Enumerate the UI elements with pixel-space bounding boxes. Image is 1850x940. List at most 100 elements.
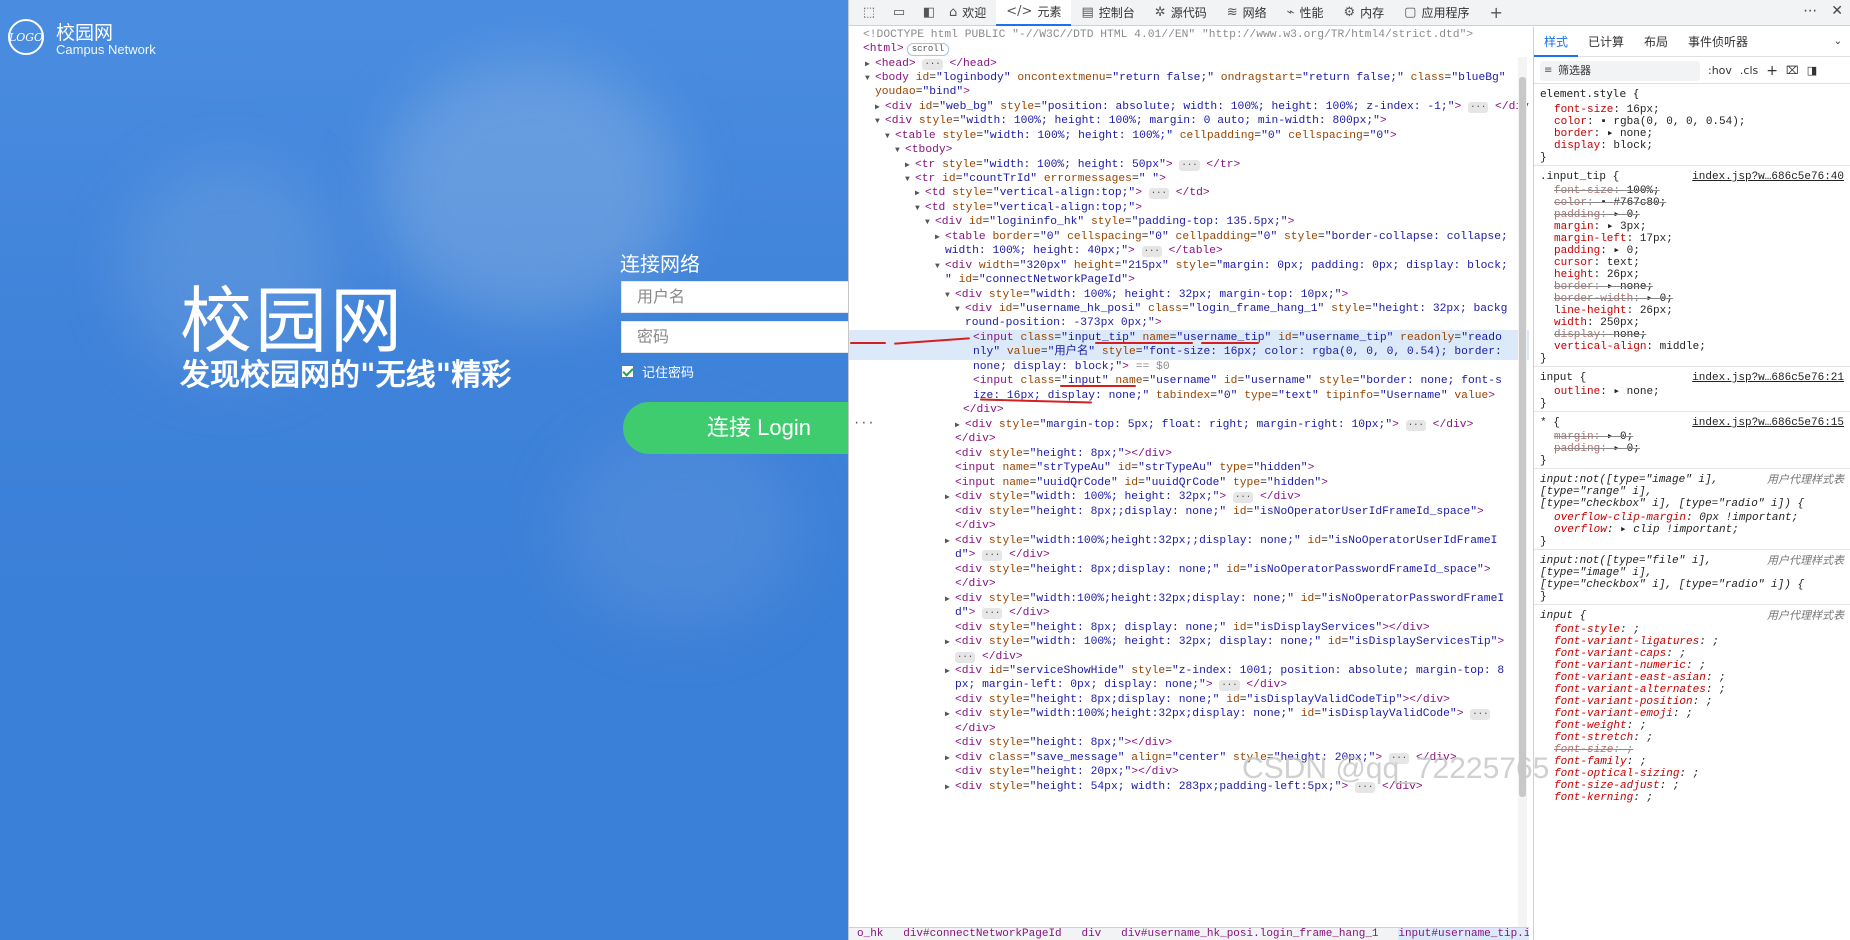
tab-computed[interactable]: 已计算 [1578, 27, 1634, 57]
brand-english-name: Campus Network [56, 42, 156, 57]
style-rule-end: } [1540, 152, 1547, 164]
annotation-underline [1060, 385, 1136, 387]
style-rule-header: [type="checkbox" i], [type="radio" i]) { [1540, 498, 1805, 510]
source-link[interactable]: index.jsp?w…686c5e76:40 [1692, 170, 1844, 184]
tab-label: 元素 [1037, 5, 1062, 19]
style-rule-header: .input_tip {index.jsp?w…686c5e76:40 [1540, 170, 1844, 184]
tab-label: 控制台 [1098, 6, 1135, 20]
breadcrumb-item-current[interactable]: input#username_tip.input_tip [1398, 928, 1529, 940]
tab-sources[interactable]: ✲ 源代码 [1145, 0, 1217, 26]
filter-input[interactable]: ≡ 筛选器 [1540, 60, 1700, 81]
remember-checkbox[interactable] [621, 365, 634, 378]
annotation-underline [850, 342, 886, 344]
more-icon[interactable]: ··· [853, 416, 875, 430]
divider [1534, 468, 1850, 469]
hov-button[interactable]: :hov [1708, 64, 1732, 77]
home-icon: ⌂ [949, 5, 958, 20]
password-field[interactable]: 密码 [621, 321, 848, 353]
tab-layout[interactable]: 布局 [1634, 27, 1678, 57]
tab-label: 网络 [1242, 6, 1267, 20]
dom-scrollbar-thumb[interactable] [1519, 77, 1526, 797]
devtools-panel: ⬚ ▭ ◧ ⌂ 欢迎 </> 元素 ▤ 控制台 ✲ 源代码 ≋ 网络 ⌁ 性能 ⚙ 内存 ▢ 应… [848, 0, 1850, 940]
tab-label: 内存 [1360, 6, 1385, 20]
brand-name: 校园网 [56, 22, 114, 44]
style-rule-header: * {index.jsp?w…686c5e76:15 [1540, 416, 1844, 430]
breadcrumb: o_hk div#connectNetworkPageId div div#us… [849, 927, 1529, 940]
chevron-down-icon[interactable]: ⌄ [1824, 27, 1850, 57]
tab-console[interactable]: ▤ 控制台 [1071, 0, 1144, 26]
style-rule-end: } [1540, 536, 1547, 548]
remember-label: 记住密码 [642, 366, 695, 381]
divider [1534, 366, 1850, 367]
tab-styles[interactable]: 样式 [1534, 27, 1579, 57]
dock-icon[interactable]: ◧ [919, 3, 939, 23]
login-page: LOGO 校园网 Campus Network 校园网 发现校园网的"无线"精彩… [0, 0, 848, 940]
remember-password[interactable]: 记住密码 [621, 362, 694, 381]
style-rule-header: element.style { [1540, 87, 1640, 100]
console-icon: ▤ [1081, 5, 1094, 20]
device-toolbar-icon[interactable]: ▭ [889, 3, 909, 23]
memory-icon: ⚙ [1343, 5, 1356, 20]
divider [1534, 411, 1850, 412]
style-rule-end: } [1540, 591, 1547, 603]
devtools-toolbar: ⬚ ▭ ◧ ⌂ 欢迎 </> 元素 ▤ 控制台 ✲ 源代码 ≋ 网络 ⌁ 性能 ⚙ 内存 ▢ 应… [849, 0, 1850, 26]
style-prop[interactable]: font-kerning: ; [1534, 791, 1850, 805]
breadcrumb-item[interactable]: div#username_hk_posi.login_frame_hang_1 [1121, 928, 1378, 940]
tab-application[interactable]: ▢ 应用程序 [1394, 0, 1479, 26]
filter-row: ≡ 筛选器 :hov .cls + ⌧ ◨ [1534, 58, 1850, 84]
add-tab-icon[interactable]: + [1479, 0, 1512, 26]
hero-subtitle: 发现校园网的"无线"精彩 [180, 358, 512, 393]
application-icon: ▢ [1404, 5, 1417, 20]
breadcrumb-item[interactable]: div [1081, 928, 1101, 940]
bug-icon: ✲ [1154, 5, 1166, 20]
breadcrumb-item[interactable]: div#connectNetworkPageId [903, 928, 1061, 940]
tab-event-listeners[interactable]: 事件侦听器 [1678, 27, 1758, 57]
login-button[interactable]: 连接 Login [623, 402, 848, 454]
toggle-sidebar-icon[interactable]: ◨ [1807, 64, 1817, 77]
source-link[interactable]: index.jsp?w…686c5e76:15 [1692, 416, 1844, 430]
divider [1534, 165, 1850, 166]
code-icon: </> [1006, 4, 1033, 19]
scroll-badge: scroll [906, 43, 950, 56]
tab-elements[interactable]: </> 元素 [996, 0, 1072, 26]
inspect-icon[interactable]: ⬚ [859, 3, 879, 23]
tab-label: 欢迎 [962, 6, 987, 20]
divider [1534, 549, 1850, 550]
dom-tree: <!DOCTYPE html PUBLIC "-//W3C//DTD HTML … [849, 27, 1529, 927]
background-blur [560, 430, 800, 630]
styles-panel: 样式 已计算 布局 事件侦听器 ⌄ ≡ 筛选器 :hov .cls + ⌧ ◨ e… [1533, 27, 1850, 940]
connect-title: 连接网络 [620, 252, 700, 276]
annotation-underline [1095, 342, 1193, 344]
add-rule-icon[interactable]: + [1766, 63, 1778, 79]
styles-tabs: 样式 已计算 布局 事件侦听器 ⌄ [1534, 27, 1850, 57]
performance-icon: ⌁ [1286, 5, 1295, 20]
annotation-underline [1201, 342, 1259, 344]
more-icon[interactable]: ⋯ [1803, 3, 1817, 19]
tab-welcome[interactable]: ⌂ 欢迎 [939, 0, 996, 26]
tab-memory[interactable]: ⚙ 内存 [1333, 0, 1394, 26]
watermark: CSDN @qq_72225765 [1242, 752, 1550, 785]
user-agent-label: 用户代理样式表 [1767, 609, 1844, 622]
cls-button[interactable]: .cls [1740, 64, 1758, 77]
username-field[interactable]: 用户名 [621, 281, 848, 313]
logo-text: LOGO [8, 30, 44, 44]
tab-performance[interactable]: ⌁ 性能 [1277, 0, 1334, 26]
wifi-icon: ≋ [1226, 5, 1238, 20]
close-icon[interactable]: ✕ [1831, 3, 1843, 19]
tab-label: 源代码 [1170, 6, 1207, 20]
toolbar-right: ⋯ ✕ [1803, 3, 1843, 19]
tab-label: 应用程序 [1421, 6, 1470, 20]
style-rule-end: } [1540, 353, 1547, 365]
style-rule-end: } [1540, 398, 1547, 410]
style-rule-header: input {index.jsp?w…686c5e76:21 [1540, 371, 1844, 385]
paint-icon[interactable]: ⌧ [1786, 64, 1799, 77]
tab-network[interactable]: ≋ 网络 [1217, 0, 1277, 26]
logo-icon: LOGO [8, 19, 44, 55]
source-link[interactable]: index.jsp?w…686c5e76:21 [1692, 371, 1844, 385]
breadcrumb-item[interactable]: o_hk [857, 928, 883, 940]
divider [1534, 604, 1850, 605]
filter-icon: ≡ [1544, 64, 1553, 76]
filter-placeholder: 筛选器 [1558, 63, 1591, 77]
style-rule-header: input {用户代理样式表 [1540, 609, 1844, 622]
style-rule-end: } [1540, 455, 1547, 467]
